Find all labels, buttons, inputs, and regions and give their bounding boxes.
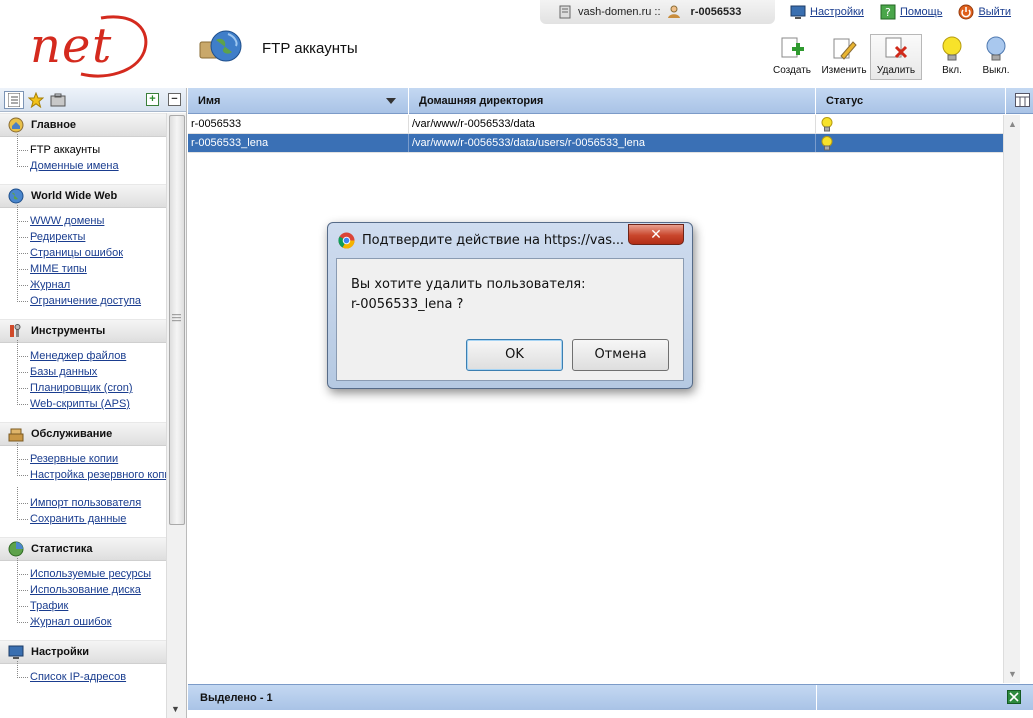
briefcase-icon <box>50 93 66 106</box>
home-icon <box>8 117 24 133</box>
table-row[interactable]: r-0056533 /var/www/r-0056533/data <box>188 115 1003 134</box>
sidebar-menu: Главное FTP аккаунты Доменные имена Worl… <box>0 113 186 695</box>
sidebar-item-access-restriction[interactable]: Ограничение доступа <box>0 285 166 309</box>
dialog-message: Вы хотите удалить пользователя: r-005653… <box>351 275 671 315</box>
sidebar-item-web-scripts[interactable]: Web-скрипты (APS) <box>0 388 166 412</box>
close-button[interactable]: ✕ <box>628 224 684 245</box>
scroll-down-arrow-icon[interactable]: ▼ <box>1008 669 1017 679</box>
user-info-bar: vash-domen.ru :: r-0056533 <box>540 0 775 24</box>
globe-icon <box>8 188 24 204</box>
user-icon <box>667 5 680 18</box>
help-icon: ? <box>880 4 896 20</box>
sidebar-tabs: + − <box>0 88 186 112</box>
svg-text:e: e <box>62 18 90 74</box>
net-logo[interactable]: n e t <box>26 10 156 82</box>
tab-favorites[interactable] <box>26 91 46 109</box>
grip-icon: — — — <box>172 309 181 325</box>
collapse-all-button[interactable]: − <box>168 93 181 106</box>
star-icon <box>28 91 44 108</box>
monitor-icon <box>790 5 806 19</box>
statistics-icon <box>8 541 24 557</box>
cancel-button[interactable]: Отмена <box>572 339 669 371</box>
add-icon <box>781 37 804 58</box>
delete-icon <box>885 37 908 59</box>
ok-button[interactable]: OK <box>466 339 563 371</box>
maintenance-icon <box>8 428 24 442</box>
sidebar-item-domain-names[interactable]: Доменные имена <box>0 150 166 174</box>
selected-count: Выделено - 1 <box>200 691 273 704</box>
tab-notes[interactable] <box>48 91 68 109</box>
cell-name: r-0056533_lena <box>188 134 409 152</box>
user-login: r-0056533 <box>690 6 742 18</box>
dialog-body: Вы хотите удалить пользователя: r-005653… <box>336 258 684 381</box>
column-name[interactable]: Имя <box>188 88 409 114</box>
expand-all-button[interactable]: + <box>146 93 159 106</box>
page-title: FTP аккаунты <box>262 39 358 57</box>
excel-export-icon[interactable] <box>1007 690 1021 704</box>
edit-button[interactable]: Изменить <box>818 34 870 80</box>
cell-status <box>816 134 1003 152</box>
cell-home-dir: /var/www/r-0056533/data/users/r-0056533_… <box>409 134 816 152</box>
help-link[interactable]: ? Помощь <box>880 4 942 20</box>
svg-text:t: t <box>92 18 112 74</box>
toolbar: Создать Изменить Удалить Вкл. Выкл. <box>766 34 1018 80</box>
power-icon <box>958 4 974 20</box>
sidebar-item-save-data[interactable]: Сохранить данные <box>0 503 166 527</box>
bulb-on-icon <box>821 135 833 150</box>
domain-label: vash-domen.ru :: <box>578 6 661 18</box>
tools-icon <box>10 324 21 337</box>
dialog-message-line-2: r-0056533_lena ? <box>351 297 464 312</box>
cell-home-dir: /var/www/r-0056533/data <box>409 115 816 133</box>
dialog-title: Подтвердите действие на https://vas... <box>362 232 624 248</box>
settings-link[interactable]: Настройки <box>790 4 864 20</box>
top-links: Настройки ? Помощь Выйти <box>790 4 1011 20</box>
grid-scrollbar[interactable]: ▲ ▼ <box>1003 115 1020 683</box>
svg-text:?: ? <box>885 6 891 19</box>
column-status[interactable]: Статус <box>816 88 1006 114</box>
delete-button[interactable]: Удалить <box>870 34 922 80</box>
bulb-off-icon <box>986 36 1006 61</box>
edit-icon <box>833 38 857 60</box>
confirm-dialog: Подтвердите действие на https://vas... ✕… <box>327 222 693 389</box>
grid-body: r-0056533 /var/www/r-0056533/data r-0056… <box>188 115 1003 683</box>
server-icon <box>559 5 571 19</box>
top-header: n e t FTP аккаунты vash-domen.ru :: r-00… <box>0 0 1033 88</box>
column-home-dir[interactable]: Домашняя директория <box>409 88 816 114</box>
dialog-titlebar[interactable]: Подтвердите действие на https://vas... ✕ <box>328 223 692 257</box>
ftp-accounts-grid: Имя Домашняя директория Статус r-0056533… <box>188 88 1033 718</box>
create-button[interactable]: Создать <box>766 34 818 80</box>
grid-footer: Выделено - 1 <box>188 684 1033 711</box>
list-icon <box>8 92 20 107</box>
scroll-down-arrow-icon[interactable]: ▼ <box>171 704 180 714</box>
dialog-message-line-1: Вы хотите удалить пользователя: <box>351 277 586 292</box>
svg-text:n: n <box>30 18 61 74</box>
bulb-on-icon <box>942 36 962 61</box>
cell-name: r-0056533 <box>188 115 409 133</box>
column-settings-icon[interactable] <box>1015 93 1030 107</box>
bulb-on-icon <box>821 116 833 131</box>
sidebar-scrollbar[interactable]: — — — ▼ <box>166 113 186 718</box>
chrome-icon <box>338 231 355 249</box>
cell-status <box>816 115 1003 133</box>
close-icon: ✕ <box>650 226 662 242</box>
sort-desc-icon[interactable] <box>386 98 396 104</box>
grid-header: Имя Домашняя директория Статус <box>188 88 1033 114</box>
sidebar: + − Главное FTP аккаунты Доменные имена … <box>0 88 187 718</box>
tab-menu[interactable] <box>4 90 24 109</box>
disable-button[interactable]: Выкл. <box>974 34 1018 80</box>
page-title-block: FTP аккаунты <box>198 28 358 68</box>
sidebar-item-ip-list[interactable]: Список IP-адресов <box>0 661 166 685</box>
sidebar-item-error-log[interactable]: Журнал ошибок <box>0 606 166 630</box>
ftp-globe-icon <box>199 30 242 62</box>
table-row[interactable]: r-0056533_lena /var/www/r-0056533/data/u… <box>188 134 1003 153</box>
enable-button[interactable]: Вкл. <box>930 34 974 80</box>
scroll-up-arrow-icon[interactable]: ▲ <box>1008 119 1017 129</box>
logout-link[interactable]: Выйти <box>958 4 1011 20</box>
settings-icon <box>8 645 24 659</box>
